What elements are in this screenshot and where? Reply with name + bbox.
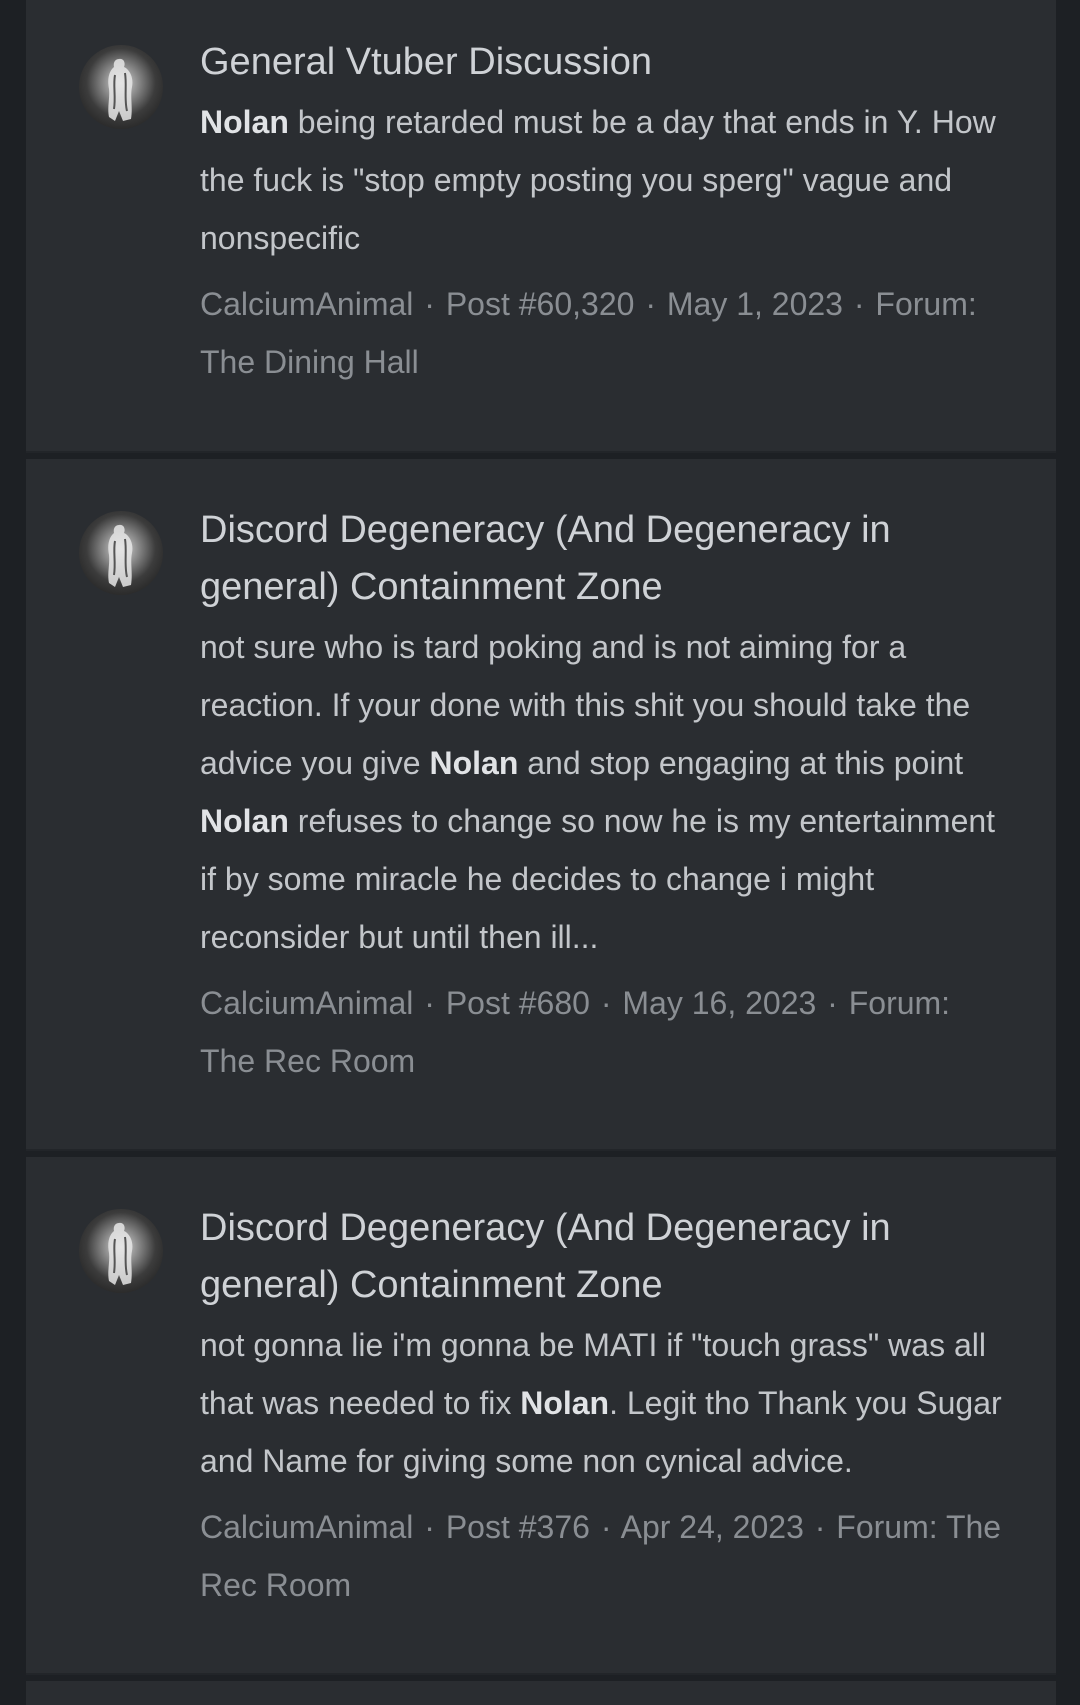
search-highlight: Nolan: [200, 803, 289, 839]
meta-separator: ·: [424, 286, 435, 322]
statue-avatar-icon: [108, 1222, 133, 1285]
result-item[interactable]: Discord Degeneracy (And Degeneracy in ge…: [26, 459, 1056, 1151]
forum-label: Forum:: [848, 985, 951, 1021]
meta-separator: ·: [424, 985, 435, 1021]
meta-separator: ·: [424, 1509, 435, 1545]
snippet-text: being retarded must be a day that ends i…: [200, 104, 996, 256]
snippet-text: refuses to change so now he is my entert…: [200, 803, 996, 955]
meta-separator: ·: [827, 985, 838, 1021]
search-highlight: Nolan: [429, 745, 519, 781]
post-date: May 16, 2023: [622, 985, 817, 1021]
forum-label: Forum:: [875, 286, 977, 322]
post-snippet: not gonna lie i'm gonna be MATI if "touc…: [200, 1316, 1006, 1490]
author-link[interactable]: CalciumAnimal: [200, 985, 413, 1021]
post-meta: CalciumAnimal · Post #376 · Apr 24, 2023…: [200, 1498, 1006, 1614]
author-link[interactable]: CalciumAnimal: [200, 286, 413, 322]
post-number-link[interactable]: Post #680: [446, 985, 590, 1021]
avatar[interactable]: [79, 45, 163, 129]
result-item[interactable]: General Vtuber Discussion Nolan being re…: [26, 0, 1056, 453]
post-meta: CalciumAnimal · Post #680 · May 16, 2023…: [200, 974, 1006, 1090]
thread-title[interactable]: General Vtuber Discussion: [200, 34, 1006, 91]
post-date: Apr 24, 2023: [620, 1509, 804, 1545]
thread-title[interactable]: Discord Degeneracy (And Degeneracy in ge…: [200, 502, 1006, 616]
forum-link[interactable]: The Dining Hall: [200, 344, 419, 380]
statue-avatar-icon: [108, 58, 133, 121]
snippet-text: and stop engaging at this point: [518, 745, 964, 781]
post-snippet: not sure who is tard poking and is not a…: [200, 618, 1006, 966]
meta-separator: ·: [853, 286, 865, 322]
meta-separator: ·: [600, 1509, 612, 1545]
meta-separator: ·: [645, 286, 656, 322]
result-item[interactable]: Discord Degeneracy (And Degeneracy in ge…: [26, 1157, 1056, 1675]
post-number-link[interactable]: Post #376: [446, 1509, 590, 1545]
meta-separator: ·: [600, 985, 612, 1021]
post-number-link[interactable]: Post #60,320: [446, 286, 635, 322]
avatar[interactable]: [79, 511, 163, 595]
result-item[interactable]: [26, 1681, 1056, 1705]
results-list: General Vtuber Discussion Nolan being re…: [26, 0, 1056, 1705]
author-link[interactable]: CalciumAnimal: [200, 1509, 413, 1545]
search-highlight: Nolan: [520, 1385, 610, 1421]
post-meta: CalciumAnimal · Post #60,320 · May 1, 20…: [200, 275, 1006, 391]
search-results-page: General Vtuber Discussion Nolan being re…: [0, 0, 1080, 1705]
meta-separator: ·: [814, 1509, 826, 1545]
forum-label: Forum:: [836, 1509, 938, 1545]
forum-link[interactable]: The Rec Room: [200, 1043, 415, 1079]
thread-title[interactable]: Discord Degeneracy (And Degeneracy in ge…: [200, 1200, 1006, 1314]
avatar[interactable]: [79, 1209, 163, 1293]
post-date: May 1, 2023: [666, 286, 843, 322]
post-snippet: Nolan being retarded must be a day that …: [200, 93, 1006, 267]
search-highlight: Nolan: [200, 104, 289, 140]
statue-avatar-icon: [108, 524, 133, 587]
